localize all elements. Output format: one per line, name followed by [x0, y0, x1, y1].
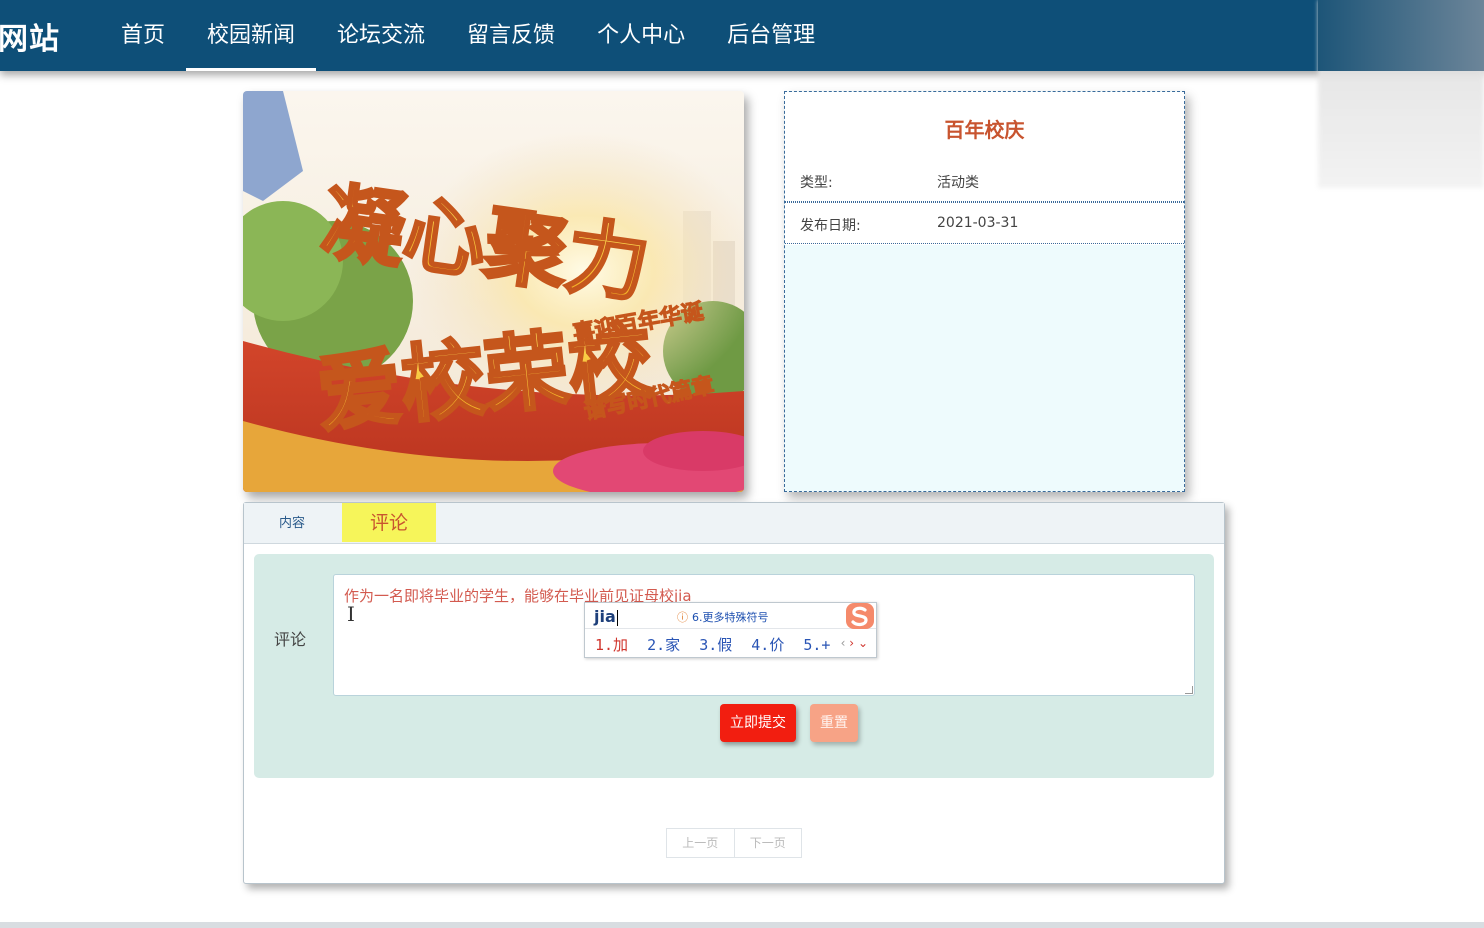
chevron-right-icon[interactable]: ›	[849, 636, 854, 650]
resize-handle[interactable]	[1185, 686, 1193, 694]
ime-pinyin: jia	[594, 607, 616, 626]
top-navbar: 网站 首页 校园新闻 论坛交流 留言反馈 个人中心 后台管理	[0, 0, 1484, 71]
news-image: 凝心聚力 爱校荣校 喜迎百年华诞 谱写时代篇章	[243, 91, 744, 492]
ime-candidate[interactable]: 2.家	[647, 636, 680, 654]
info-row-date: 发布日期: 2021-03-31	[785, 202, 1184, 244]
bottom-divider	[0, 922, 1484, 928]
nav-item-home[interactable]: 首页	[100, 0, 186, 71]
ime-hint[interactable]: ⓘ 6.更多特殊符号	[677, 609, 769, 625]
chevron-left-icon[interactable]: ‹	[841, 636, 846, 650]
ime-input-row: jia ⓘ 6.更多特殊符号	[585, 603, 876, 629]
next-page-button[interactable]: 下一页	[733, 829, 802, 857]
pagination: 上一页 下一页	[666, 828, 802, 858]
sogou-logo-icon	[846, 603, 874, 629]
ime-caret	[616, 609, 618, 626]
ime-candidate-popup: jia ⓘ 6.更多特殊符号 1.加 2.家 3.假 4.价 5.+ ‹ › ⌄	[584, 602, 877, 658]
news-info-panel: 百年校庆 类型: 活动类 发布日期: 2021-03-31	[784, 91, 1185, 492]
submit-button[interactable]: 立即提交	[720, 704, 796, 742]
nav-item-profile[interactable]: 个人中心	[576, 0, 706, 71]
text-cursor-icon: I	[347, 602, 355, 626]
ime-paging: ‹ › ⌄	[841, 636, 868, 650]
ime-candidate[interactable]: 5.+	[803, 636, 830, 654]
comment-label: 评论	[274, 630, 307, 649]
tab-content[interactable]: 内容	[244, 503, 340, 544]
site-logo[interactable]: 网站	[0, 14, 60, 58]
info-label: 发布日期:	[800, 218, 861, 234]
nav-item-campus-news[interactable]: 校园新闻	[186, 0, 317, 71]
ime-candidate[interactable]: 1.加	[595, 636, 628, 654]
chevron-down-icon[interactable]: ⌄	[858, 636, 868, 650]
ime-candidate[interactable]: 4.价	[751, 636, 784, 654]
info-value: 2021-03-31	[937, 215, 1019, 231]
info-label: 类型:	[800, 175, 833, 191]
info-row-type: 类型: 活动类	[785, 160, 1184, 202]
main-nav: 首页 校园新闻 论坛交流 留言反馈 个人中心 后台管理	[100, 0, 836, 71]
reset-button[interactable]: 重置	[810, 704, 858, 742]
ime-candidates: 1.加 2.家 3.假 4.价 5.+	[595, 634, 840, 655]
info-value: 活动类	[937, 175, 979, 191]
info-icon: ⓘ	[677, 611, 688, 624]
news-title: 百年校庆	[944, 118, 1025, 142]
prev-page-button[interactable]: 上一页	[667, 829, 734, 857]
ime-input-text: jia	[594, 607, 618, 626]
ime-candidate[interactable]: 3.假	[699, 636, 732, 654]
nav-item-forum[interactable]: 论坛交流	[316, 0, 446, 71]
tab-bar: 内容 评论	[244, 503, 1224, 544]
tab-comment[interactable]: 评论	[342, 503, 436, 542]
blurred-overlay-top	[1318, 0, 1484, 71]
nav-item-admin[interactable]: 后台管理	[706, 0, 836, 71]
ime-hint-text: 6.更多特殊符号	[692, 611, 769, 624]
nav-item-feedback[interactable]: 留言反馈	[446, 0, 576, 71]
comment-form: 评论 作为一名即将毕业的学生，能够在毕业前见证母校jia I jia ⓘ 6.更多…	[254, 554, 1214, 778]
detail-tabs: 内容 评论 评论 作为一名即将毕业的学生，能够在毕业前见证母校jia I jia…	[243, 502, 1225, 884]
